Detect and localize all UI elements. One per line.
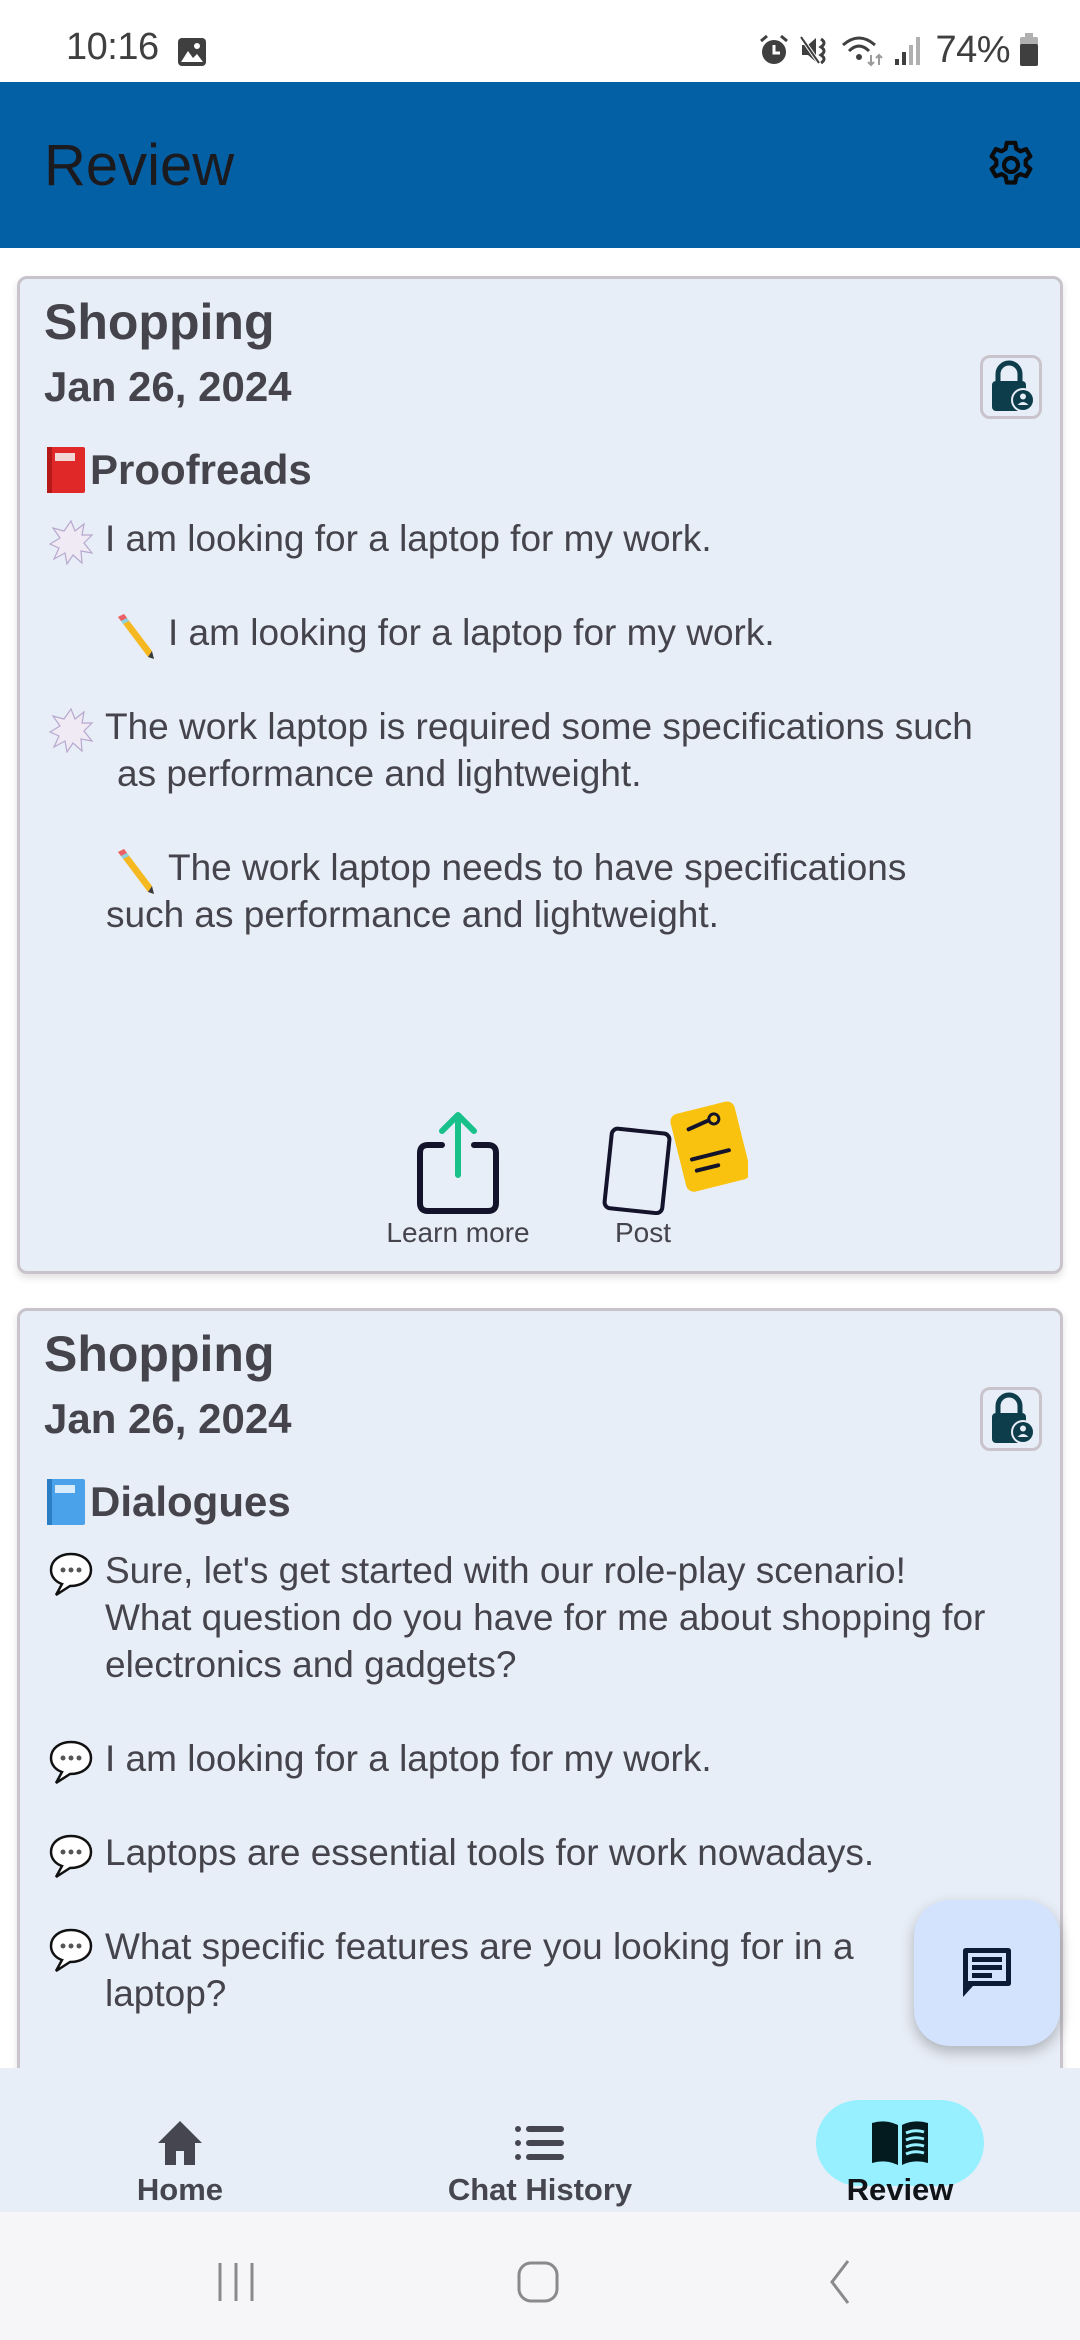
card-date: Jan 26, 2024 [44,1395,292,1442]
new-chat-fab[interactable] [914,1900,1060,2046]
dialogue-message: What specific features are you looking f… [44,1923,1060,2017]
dialogue-message: I am looking for a laptop for my work. [44,1735,1060,1785]
dialogue-entries: Sure, let's get started with our role-pl… [44,1547,1060,2064]
lock-person-icon [992,360,1035,412]
nav-home-label: Home [136,2172,224,2207]
learn-more-button[interactable]: Learn more [358,1111,558,1249]
proofread-original: I am looking for a laptop for my work. [44,515,1060,565]
settings-button[interactable] [978,132,1044,198]
nav-chat-history[interactable]: Chat History [360,2068,720,2212]
section-heading-dialogues: Dialogues [44,1477,291,1527]
red-book-icon [47,447,85,493]
speech-bubble-icon [49,1740,93,1785]
review-card-dialogues: Shopping Jan 26, 2024 Dialogues Sure, le… [17,1308,1063,2068]
anger-burst-icon [48,707,94,753]
wifi-icon [842,36,884,67]
system-navigation-bar [0,2212,1080,2340]
home-icon [158,2121,202,2165]
lock-person-icon [992,1392,1035,1444]
section-label: Dialogues [90,1478,291,1525]
share-upload-icon [417,1112,499,1214]
blue-book-icon [47,1479,85,1525]
back-button[interactable] [800,2242,880,2322]
page-title: Review [44,133,235,198]
nav-home[interactable]: Home [0,2068,360,2212]
recents-button[interactable] [196,2242,276,2322]
list-icon [515,2126,564,2160]
battery-percent: 74% [935,28,1010,71]
pencil-icon [118,849,154,894]
card-date: Jan 26, 2024 [44,363,292,410]
open-book-icon [872,2121,928,2165]
post-button[interactable]: Post [578,1101,768,1249]
bottom-navigation: Home Chat History Review [0,2068,1080,2212]
post-label: Post [614,1217,672,1248]
signal-icon [895,37,921,65]
card-title: Shopping [44,294,275,350]
section-heading-proofreads: Proofreads [44,445,312,495]
alarm-icon [760,34,789,64]
pencil-icon [118,614,154,659]
home-button[interactable] [498,2242,578,2322]
nav-chat-history-label: Chat History [447,2172,633,2207]
nav-review[interactable]: Review [720,2068,1080,2212]
gear-icon [989,140,1033,185]
review-list[interactable]: Shopping Jan 26, 2024 Proofreads I am lo… [0,248,1080,2068]
review-card-proofreads: Shopping Jan 26, 2024 Proofreads I am lo… [17,276,1063,1274]
chat-message-icon [963,1948,1011,1997]
lock-button[interactable] [980,1387,1042,1451]
app-bar: Review [0,82,1080,248]
proofread-entries: I am looking for a laptop for my work. I… [44,515,1060,938]
proofread-corrected: I am looking for a laptop for my work. [44,609,1060,659]
speech-bubble-icon [49,1834,93,1879]
speech-bubble-icon [49,1552,93,1597]
section-label: Proofreads [90,446,312,493]
learn-more-label: Learn more [386,1217,530,1248]
card-actions: Learn more Post [20,1101,1060,1251]
proofread-original: The work laptop is required some specifi… [44,703,1060,797]
post-note-icon [602,1101,748,1215]
status-icons: 74% [757,28,1040,72]
anger-burst-icon [48,519,94,565]
recents-icon [218,2263,254,2301]
dialogue-message: Laptops are essential tools for work now… [44,1829,1060,1879]
speech-bubble-icon [49,1928,93,1973]
status-time: 10:16 [66,26,159,68]
gallery-notification-icon [178,38,206,66]
nav-review-label: Review [846,2172,954,2207]
card-title: Shopping [44,1326,275,1382]
battery-icon [1020,33,1038,66]
mute-vibrate-icon [799,35,826,65]
dialogue-message: Sure, let's get started with our role-pl… [44,1547,1060,1688]
lock-button[interactable] [980,355,1042,419]
back-chevron-icon [830,2260,850,2304]
proofread-corrected: The work laptop needs to have specificat… [106,847,907,935]
home-circle-icon [517,2261,559,2303]
status-bar: 10:16 74% [0,0,1080,82]
